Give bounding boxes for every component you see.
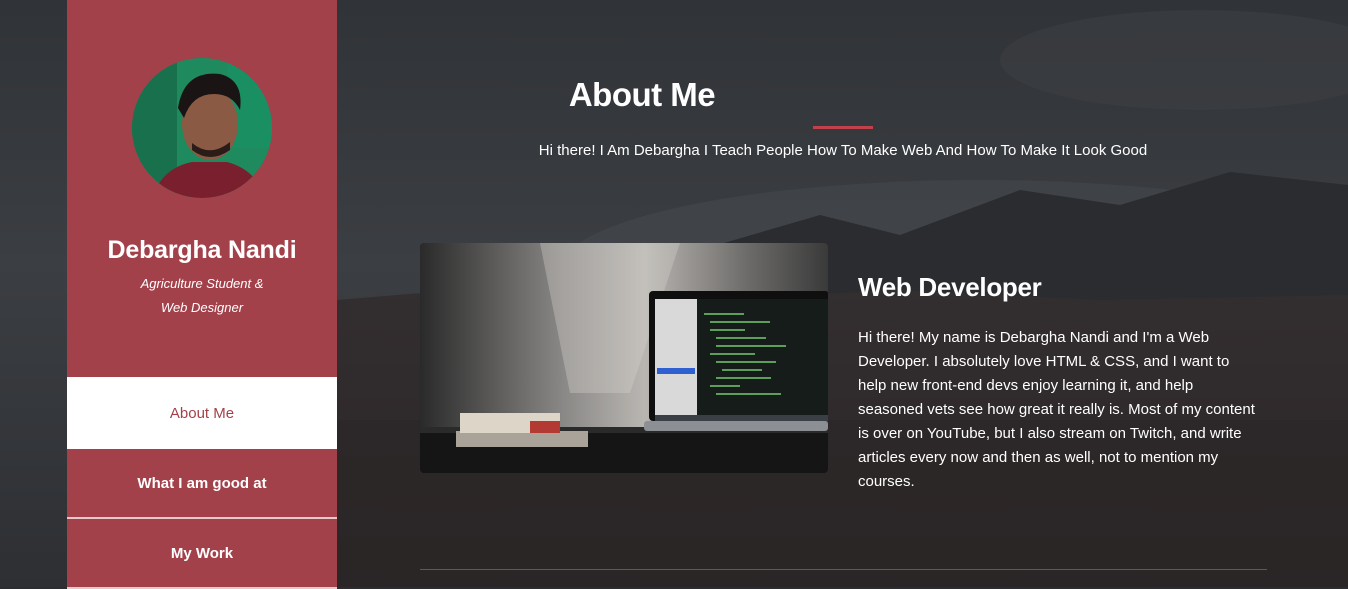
- tagline-line-2: Web Designer: [160, 300, 244, 315]
- title-underline: [813, 126, 873, 129]
- sidebar: Debargha Nandi Agriculture Student & Web…: [67, 0, 337, 589]
- page-subtitle: Hi there! I Am Debargha I Teach People H…: [538, 142, 1148, 159]
- laptop-desk-image: [420, 243, 828, 473]
- page-title: About Me: [568, 76, 716, 113]
- nav-item-my-work[interactable]: My Work: [67, 519, 337, 589]
- profile-tagline: Agriculture Student & Web Designer: [67, 272, 337, 320]
- nav-item-what-i-am-good-at[interactable]: What I am good at: [67, 449, 337, 519]
- tagline-line-1: Agriculture Student &: [140, 276, 264, 291]
- profile-name: Debargha Nandi: [107, 236, 297, 264]
- sidebar-nav: About Me What I am good at My Work: [67, 377, 337, 589]
- role-description: Hi there! My name is Debargha Nandi and …: [858, 329, 1255, 490]
- section-divider: [420, 569, 1267, 570]
- avatar: [132, 58, 272, 198]
- role-title: Web Developer: [858, 272, 1042, 302]
- nav-item-about-me[interactable]: About Me: [67, 377, 337, 449]
- workspace-photo: [420, 243, 828, 473]
- profile-photo: [132, 58, 272, 198]
